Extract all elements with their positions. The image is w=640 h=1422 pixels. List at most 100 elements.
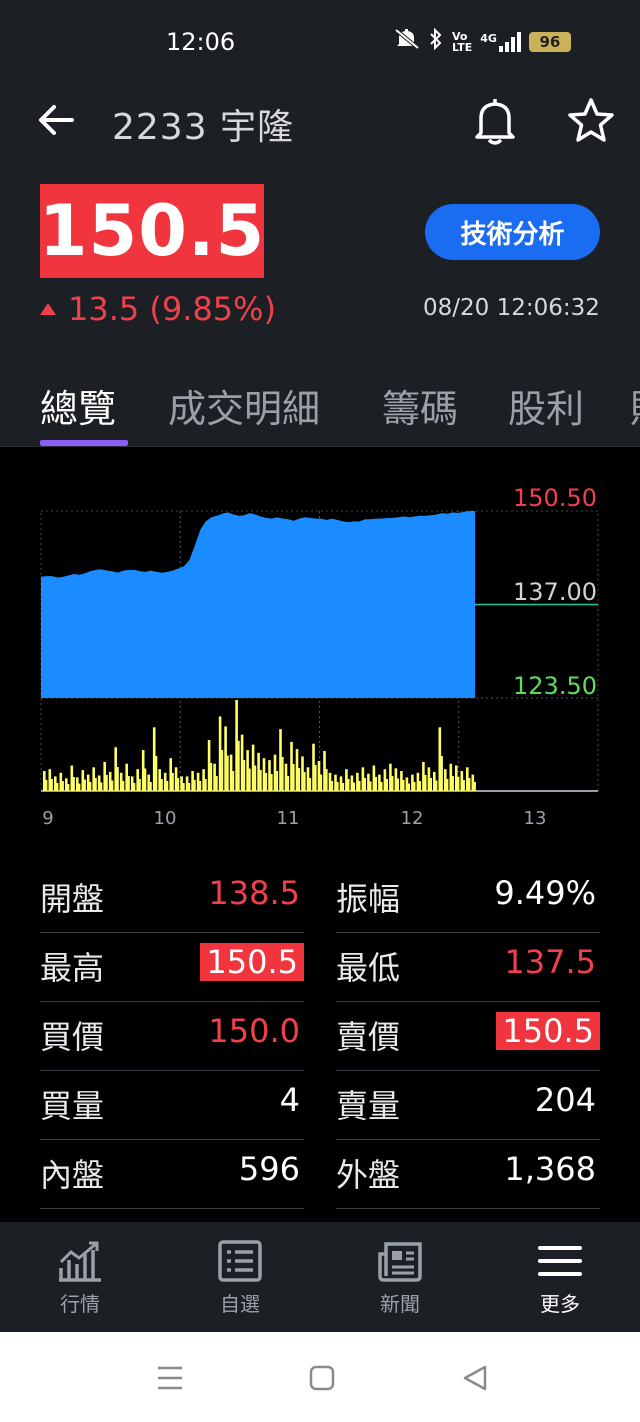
volume-bar	[416, 772, 420, 791]
stat-value: 150.0	[208, 1012, 300, 1050]
volume-bar	[119, 772, 123, 791]
price-area	[41, 511, 475, 698]
volume-bar	[138, 779, 141, 791]
volume-bar	[276, 771, 279, 791]
stat-label: 賣價	[336, 1018, 401, 1056]
volume-bar	[177, 778, 180, 791]
volume-bar	[86, 774, 90, 791]
volume-bar	[248, 768, 251, 791]
volume-bar	[422, 761, 425, 791]
volume-bar	[314, 765, 317, 791]
volume-bar	[188, 783, 191, 791]
volume-bar	[378, 774, 381, 791]
volume-bar	[243, 760, 246, 791]
volume-bar	[268, 760, 271, 791]
volume-bar	[48, 769, 52, 791]
nav-more[interactable]: 更多	[480, 1222, 640, 1332]
volume-bar	[336, 782, 339, 791]
volume-bar	[61, 781, 64, 791]
row-divider	[336, 1208, 600, 1209]
volume-bar	[224, 726, 227, 791]
volume-bar	[171, 773, 174, 791]
volume-bar	[240, 734, 244, 791]
technical-analysis-button[interactable]: 技術分析	[425, 204, 600, 260]
volume-bar	[331, 781, 334, 791]
back-triangle-icon[interactable]	[462, 1365, 488, 1391]
volume-bar	[411, 774, 414, 791]
volume-bar	[76, 777, 79, 792]
tab-chips[interactable]: 籌碼	[382, 378, 458, 433]
volume-bar	[54, 776, 57, 791]
time-tick: 13	[524, 808, 547, 829]
volume-bar	[468, 778, 471, 791]
volume-bar	[358, 781, 361, 791]
volume-bars	[43, 700, 476, 792]
volume-bar	[163, 772, 167, 791]
volume-bar	[81, 770, 85, 791]
volume-bar	[218, 716, 222, 791]
tab-overview[interactable]: 總覽	[40, 378, 116, 433]
signal-icon: 4G	[480, 31, 521, 52]
time-tick: 11	[277, 808, 300, 829]
volume-bar	[328, 772, 332, 791]
bluetooth-icon	[428, 27, 444, 55]
battery-icon: 96	[528, 31, 571, 52]
volume-bar	[155, 756, 158, 791]
recent-apps-icon[interactable]	[156, 1365, 184, 1391]
star-icon[interactable]	[566, 96, 616, 146]
volume-bar	[122, 781, 125, 791]
tab-dividend[interactable]: 股利	[508, 378, 584, 433]
nav-watchlist[interactable]: 自選	[160, 1222, 320, 1332]
stat-label: 買量	[40, 1087, 105, 1125]
volume-bar	[361, 767, 365, 791]
volume-bar	[56, 783, 59, 791]
volume-bar	[449, 763, 453, 791]
row-divider	[40, 1070, 304, 1071]
volume-bar	[444, 769, 447, 791]
volume-bar	[380, 782, 383, 791]
volume-bar	[309, 778, 312, 791]
volume-bar	[350, 775, 354, 791]
volume-bar	[89, 782, 92, 791]
volume-bar	[353, 782, 355, 791]
volume-bar	[295, 749, 299, 791]
volume-bar	[312, 743, 315, 791]
volume-bar	[215, 776, 218, 791]
volume-bar	[204, 779, 207, 791]
tab-financials[interactable]: 財	[630, 378, 640, 433]
intraday-chart[interactable]: 150.50 137.00 123.50 9 10 11 12 13	[0, 447, 640, 840]
volume-bar	[130, 776, 134, 791]
nav-news[interactable]: 新聞	[320, 1222, 480, 1332]
volume-bar	[419, 781, 421, 791]
back-arrow-icon[interactable]	[36, 100, 76, 140]
volume-bar	[182, 783, 185, 791]
volume-bar	[116, 767, 119, 791]
quote-timestamp: 08/20 12:06:32	[423, 295, 600, 321]
stat-label: 最低	[336, 949, 401, 987]
volume-bar	[405, 777, 409, 792]
stat-label: 振幅	[336, 880, 401, 918]
volume-bar	[292, 764, 295, 791]
volume-bar	[303, 772, 306, 791]
price-area-fill	[41, 511, 475, 698]
volume-bar	[367, 773, 370, 791]
volume-bar	[97, 775, 101, 791]
price-label-mid: 137.00	[513, 578, 597, 606]
volume-bar	[94, 778, 97, 791]
chart-icon	[59, 1241, 101, 1282]
volume-bar	[451, 776, 454, 791]
nav-market[interactable]: 行情	[0, 1222, 160, 1332]
stat-value: 1,368	[504, 1150, 596, 1188]
tab-trade-details[interactable]: 成交明細	[168, 378, 320, 433]
volume-bar	[221, 750, 224, 791]
stat-label: 買價	[40, 1018, 105, 1056]
volume-bar	[193, 780, 196, 791]
volume-bar	[144, 768, 147, 791]
volume-bar	[232, 771, 235, 791]
row-divider	[40, 1208, 304, 1209]
mute-icon	[394, 28, 420, 55]
bell-icon[interactable]	[472, 96, 518, 146]
volume-bar	[169, 758, 172, 791]
home-icon[interactable]	[309, 1365, 335, 1391]
volume-bar	[185, 776, 189, 791]
